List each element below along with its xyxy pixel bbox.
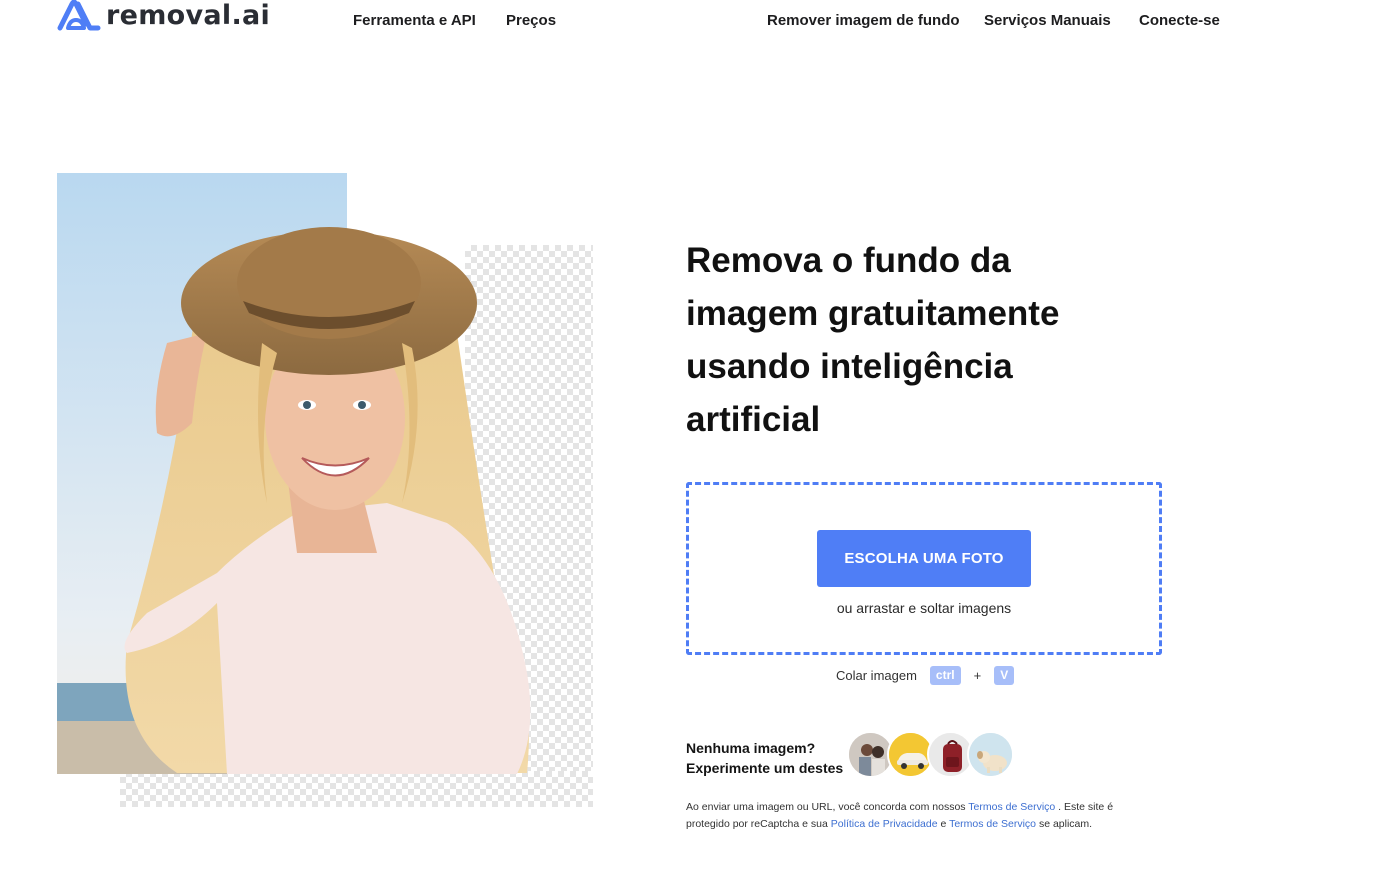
sample-prompt: Nenhuma imagem? Experimente um destes: [686, 738, 843, 778]
sample-prompt-line2: Experimente um destes: [686, 760, 844, 776]
hero-image-area: [57, 173, 593, 807]
brand-name: removal.ai: [106, 0, 271, 31]
v-key-badge: V: [994, 666, 1015, 685]
brand-logo[interactable]: removal.ai: [56, 0, 270, 32]
drop-hint: ou arrastar e soltar imagens: [836, 600, 1012, 616]
nav-conecte-se[interactable]: Conecte-se: [1139, 12, 1220, 29]
nav-ferramenta-api[interactable]: Ferramenta e API: [353, 12, 476, 29]
terms-link-2[interactable]: Termos de Serviço: [949, 818, 1036, 830]
terms-link[interactable]: Termos de Serviço: [968, 801, 1055, 813]
page-title: Remova o fundo da imagem gratuitamente u…: [686, 241, 1060, 439]
upload-dropzone[interactable]: ESCOLHA UMA FOTO ou arrastar e soltar im…: [686, 482, 1162, 655]
paste-label: Colar imagem: [836, 668, 917, 683]
hero-photo: [57, 173, 577, 774]
sample-dog-photo[interactable]: [967, 731, 1014, 778]
transparency-pattern-bottom: [120, 771, 593, 807]
nav-precos[interactable]: Preços: [506, 12, 556, 29]
legal-text-3: e: [940, 818, 947, 830]
sample-images: [847, 731, 1017, 779]
site-header: removal.ai Ferramenta e API Preços Remov…: [0, 0, 1373, 40]
legal-text-1: Ao enviar uma imagem ou URL, você concor…: [686, 801, 966, 813]
legal-text-4: se aplicam.: [1038, 818, 1093, 830]
paste-hint: Colar imagem ctrl + V: [836, 666, 1015, 685]
choose-photo-button[interactable]: ESCOLHA UMA FOTO: [817, 530, 1031, 587]
legal-notice: Ao enviar uma imagem ou URL, você concor…: [686, 799, 1156, 833]
ctrl-key-badge: ctrl: [929, 666, 961, 685]
privacy-link[interactable]: Política de Privacidade: [831, 818, 938, 830]
nav-servicos-manuais[interactable]: Serviços Manuais: [984, 12, 1111, 29]
logo-icon: [57, 0, 101, 31]
plus-sign: +: [973, 668, 982, 683]
sample-prompt-line1: Nenhuma imagem?: [686, 740, 816, 756]
nav-remover-fundo[interactable]: Remover imagem de fundo: [767, 12, 960, 29]
